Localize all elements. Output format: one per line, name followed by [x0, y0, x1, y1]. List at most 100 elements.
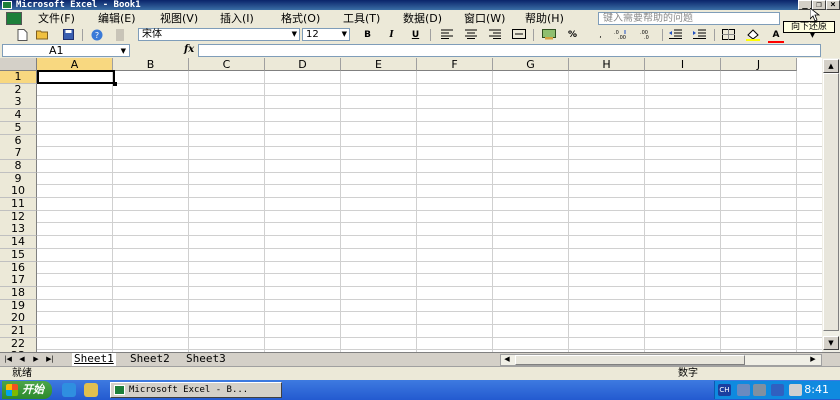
restore-tooltip: 向下还原	[783, 21, 835, 33]
row-header-5[interactable]: 5	[0, 121, 37, 135]
next-sheet-icon[interactable]: ▶	[30, 354, 42, 365]
title-bar[interactable]: Microsoft Excel - Book1 _ ❐ ×	[0, 0, 840, 10]
toolbar-handle-icon[interactable]	[116, 29, 124, 41]
help-icon[interactable]: ?	[90, 29, 103, 41]
last-sheet-icon[interactable]: ▶|	[44, 354, 56, 365]
input-language-icon[interactable]: CH	[718, 384, 731, 396]
svg-text:?: ?	[94, 31, 98, 40]
scroll-down-icon[interactable]: ▼	[823, 336, 839, 350]
gridline-horizontal	[37, 273, 822, 275]
svg-text:.0: .0	[644, 35, 649, 39]
start-button[interactable]: 开始	[2, 381, 52, 399]
safely-remove-icon[interactable]	[771, 384, 784, 396]
insert-function-icon[interactable]: fx	[184, 44, 194, 55]
align-left-icon[interactable]	[440, 29, 453, 41]
percent-style-button[interactable]: %	[566, 29, 579, 41]
menu-tools[interactable]: 工具(T)	[343, 12, 380, 25]
menu-data[interactable]: 数据(D)	[403, 12, 442, 25]
scroll-left-icon[interactable]: ◀	[501, 354, 513, 365]
menu-file[interactable]: 文件(F)	[38, 12, 75, 25]
fill-handle[interactable]	[113, 82, 117, 86]
vertical-scrollbar[interactable]: ▲ ▼	[822, 58, 840, 352]
font-color-button[interactable]: A	[768, 29, 784, 44]
column-header-f[interactable]: F	[417, 58, 493, 71]
workbook-icon[interactable]	[6, 12, 22, 25]
taskbar-item-label: Microsoft Excel - B...	[129, 385, 249, 395]
borders-icon[interactable]	[722, 29, 735, 41]
gridline-horizontal	[37, 95, 822, 97]
font-name-select[interactable]: 宋体 ▼	[138, 28, 300, 41]
help-search-input[interactable]: 键入需要帮助的问题	[598, 12, 780, 25]
gridline-horizontal	[37, 336, 822, 338]
name-box[interactable]: A1 ▼	[2, 44, 130, 57]
decrease-indent-icon[interactable]	[669, 29, 682, 41]
sheet-tab-sheet2[interactable]: Sheet2	[128, 353, 172, 366]
vertical-scroll-thumb[interactable]	[823, 73, 839, 331]
menu-window[interactable]: 窗口(W)	[464, 12, 505, 25]
taskbar-item-excel[interactable]: Microsoft Excel - B...	[110, 382, 282, 398]
scroll-up-icon[interactable]: ▲	[823, 59, 839, 73]
underline-button[interactable]: U	[409, 29, 422, 41]
currency-icon[interactable]	[542, 29, 556, 41]
formula-input[interactable]	[198, 44, 821, 57]
first-sheet-icon[interactable]: |◀	[2, 354, 14, 365]
column-header-g[interactable]: G	[493, 58, 569, 71]
windows-logo-icon	[6, 384, 18, 396]
menu-view[interactable]: 视图(V)	[160, 12, 198, 25]
align-right-icon[interactable]	[488, 29, 501, 41]
show-desktop-icon[interactable]	[84, 383, 98, 397]
horizontal-scroll-thumb[interactable]	[515, 355, 745, 365]
menu-edit[interactable]: 编辑(E)	[98, 12, 136, 25]
previous-sheet-icon[interactable]: ◀	[16, 354, 28, 365]
mouse-cursor-icon	[810, 8, 820, 22]
status-bar: 就绪 数字	[0, 366, 840, 381]
column-header-i[interactable]: I	[645, 58, 721, 71]
decrease-decimal-icon[interactable]: .00.0	[640, 29, 653, 41]
menu-format[interactable]: 格式(O)	[281, 12, 320, 25]
chevron-down-icon: ▼	[120, 47, 126, 55]
excel-app-icon	[114, 385, 125, 395]
font-size-select[interactable]: 12 ▼	[302, 28, 350, 41]
sheet-tab-sheet1[interactable]: Sheet1	[72, 353, 116, 367]
tray-app-icon[interactable]	[789, 384, 802, 396]
network-icon[interactable]	[737, 384, 750, 396]
column-header-e[interactable]: E	[341, 58, 417, 71]
increase-decimal-icon[interactable]: .0.00	[614, 29, 627, 41]
column-header-j[interactable]: J	[721, 58, 797, 71]
menu-insert[interactable]: 插入(I)	[220, 12, 254, 25]
comma-style-icon[interactable]: ,	[594, 29, 607, 41]
row-header-15[interactable]: 15	[0, 248, 37, 262]
gridline-horizontal	[37, 349, 822, 351]
volume-icon[interactable]	[753, 384, 766, 396]
sheet-tab-sheet3[interactable]: Sheet3	[184, 353, 228, 366]
toolbar-separator	[662, 29, 663, 41]
bold-button[interactable]: B	[361, 29, 374, 41]
menu-help[interactable]: 帮助(H)	[525, 12, 564, 25]
internet-explorer-icon[interactable]	[62, 383, 76, 397]
taskbar: 开始 Microsoft Excel - B... CH 8:41	[0, 380, 840, 400]
font-name-value: 宋体	[142, 29, 162, 40]
column-header-b[interactable]: B	[113, 58, 189, 71]
row-header-8[interactable]: 8	[0, 159, 37, 173]
fill-color-icon[interactable]	[746, 29, 760, 41]
align-center-icon[interactable]	[464, 29, 477, 41]
merge-center-icon[interactable]	[512, 29, 526, 41]
column-header-d[interactable]: D	[265, 58, 341, 71]
column-header-c[interactable]: C	[189, 58, 265, 71]
gridline-vertical	[416, 71, 417, 352]
open-folder-icon[interactable]	[36, 29, 49, 41]
gridline-vertical	[644, 71, 645, 352]
close-button[interactable]: ×	[826, 0, 840, 10]
column-header-h[interactable]: H	[569, 58, 645, 71]
new-document-icon[interactable]	[16, 29, 29, 41]
spreadsheet-grid[interactable]: ABCDEFGHIJ 1 2 3 4 5 6 7 8 9 10 11 12 13 14 15 16 17 18 19…	[0, 58, 822, 352]
increase-indent-icon[interactable]	[693, 29, 706, 41]
gridline-horizontal	[37, 260, 822, 262]
row-header-18[interactable]: 18	[0, 286, 37, 300]
horizontal-scrollbar[interactable]: ◀ ▶	[500, 354, 822, 366]
active-cell-a1[interactable]	[37, 70, 117, 86]
italic-button[interactable]: I	[385, 29, 398, 41]
scroll-right-icon[interactable]: ▶	[807, 354, 819, 365]
save-icon[interactable]	[62, 29, 75, 41]
gridline-vertical	[188, 71, 189, 352]
